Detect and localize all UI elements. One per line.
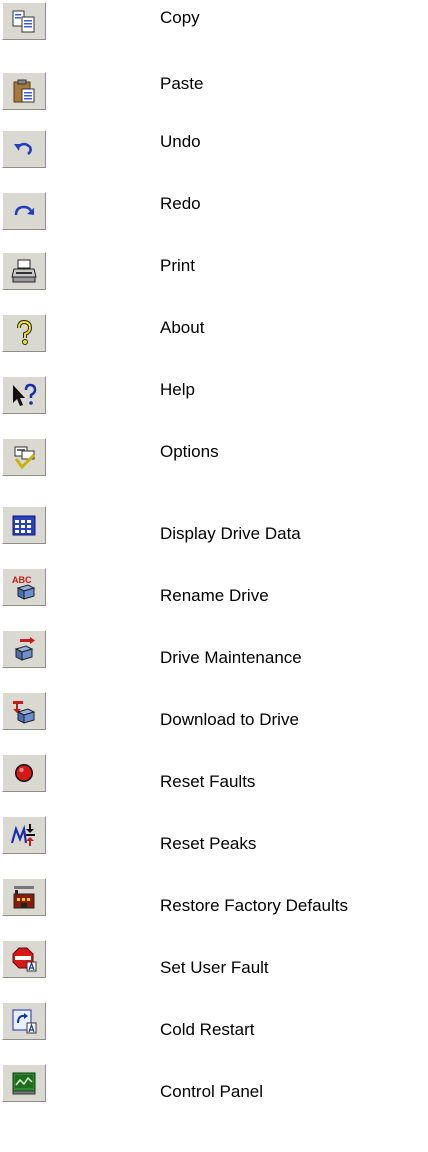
set-user-fault-icon: [12, 947, 37, 972]
about-label: About: [160, 318, 205, 337]
restore-factory-defaults-icon: [13, 886, 35, 909]
copy-icon: [12, 10, 35, 33]
restore-factory-defaults-label: Restore Factory Defaults: [160, 896, 349, 915]
options-button[interactable]: [2, 438, 46, 476]
set-user-fault-label: Set User Fault: [160, 958, 269, 977]
toolbar-row-restore-factory-defaults: Restore Factory Defaults: [0, 868, 428, 928]
restore-factory-defaults-button[interactable]: [2, 878, 46, 916]
redo-label: Redo: [160, 194, 201, 213]
reset-faults-label: Reset Faults: [160, 772, 256, 791]
toolbar-row-reset-peaks: Reset Peaks: [0, 806, 428, 866]
undo-label: Undo: [160, 132, 201, 151]
cold-restart-button[interactable]: [2, 1002, 46, 1040]
toolbar-row-control-panel: Control Panel: [0, 1054, 428, 1114]
toolbar-row-print: Print: [0, 248, 428, 308]
rename-drive-label: Rename Drive: [160, 586, 269, 605]
control-panel-icon: [12, 1072, 36, 1095]
toolbar-row-display-drive-data: Display Drive Data: [0, 496, 428, 556]
rename-drive-icon: ABC: [12, 575, 36, 600]
toolbar-row-rename-drive: ABC Rename Drive: [0, 558, 428, 618]
control-panel-label: Control Panel: [160, 1082, 264, 1101]
undo-button[interactable]: [2, 130, 46, 168]
undo-icon: [14, 142, 32, 155]
toolbar-row-undo: Undo: [0, 124, 428, 184]
help-label: Help: [160, 380, 195, 399]
reset-peaks-button[interactable]: [2, 816, 46, 854]
drive-maintenance-button[interactable]: [2, 630, 46, 668]
paste-button[interactable]: [2, 72, 46, 110]
help-button[interactable]: [2, 376, 46, 414]
help-icon: [13, 383, 37, 406]
toolbar-row-help: Help: [0, 372, 428, 432]
toolbar-row-about: About: [0, 310, 428, 370]
toolbar-row-reset-faults: Reset Faults: [0, 744, 428, 804]
rename-drive-button[interactable]: ABC: [2, 568, 46, 606]
options-label: Options: [160, 442, 219, 461]
print-label: Print: [160, 256, 195, 275]
reset-peaks-label: Reset Peaks: [160, 834, 257, 853]
reset-faults-icon: [15, 764, 33, 782]
display-drive-data-button[interactable]: [2, 506, 46, 544]
copy-button[interactable]: [2, 2, 46, 40]
toolbar-row-set-user-fault: Set User Fault: [0, 930, 428, 990]
about-button[interactable]: [2, 314, 46, 352]
print-button[interactable]: [2, 252, 46, 290]
about-icon: [17, 319, 33, 345]
toolbar-row-options: Options: [0, 434, 428, 494]
cold-restart-label: Cold Restart: [160, 1020, 255, 1039]
print-icon: [11, 259, 37, 283]
redo-icon: [14, 205, 34, 216]
download-to-drive-icon: [13, 701, 36, 724]
toolbar-row-cold-restart: Cold Restart: [0, 992, 428, 1052]
display-drive-data-icon: [12, 515, 36, 536]
download-to-drive-button[interactable]: [2, 692, 46, 730]
copy-label: Copy: [160, 8, 200, 27]
toolbar-row-drive-maintenance: Drive Maintenance: [0, 620, 428, 680]
display-drive-data-label: Display Drive Data: [160, 524, 301, 543]
paste-icon: [13, 79, 35, 103]
reset-faults-button[interactable]: [2, 754, 46, 792]
reset-peaks-icon: [10, 824, 35, 846]
drive-maintenance-label: Drive Maintenance: [160, 648, 302, 667]
paste-label: Paste: [160, 74, 204, 93]
options-icon: [14, 446, 36, 470]
drive-maintenance-icon: [14, 637, 35, 661]
toolbar-row-redo: Redo: [0, 186, 428, 246]
redo-button[interactable]: [2, 192, 46, 230]
control-panel-button[interactable]: [2, 1064, 46, 1102]
svg-text:ABC: ABC: [12, 575, 32, 585]
download-to-drive-label: Download to Drive: [160, 710, 299, 729]
set-user-fault-button[interactable]: [2, 940, 46, 978]
toolbar-row-paste: Paste: [0, 62, 428, 122]
toolbar-row-copy: Copy: [0, 0, 428, 60]
cold-restart-icon: [12, 1009, 37, 1034]
toolbar-row-download-to-drive: Download to Drive: [0, 682, 428, 742]
